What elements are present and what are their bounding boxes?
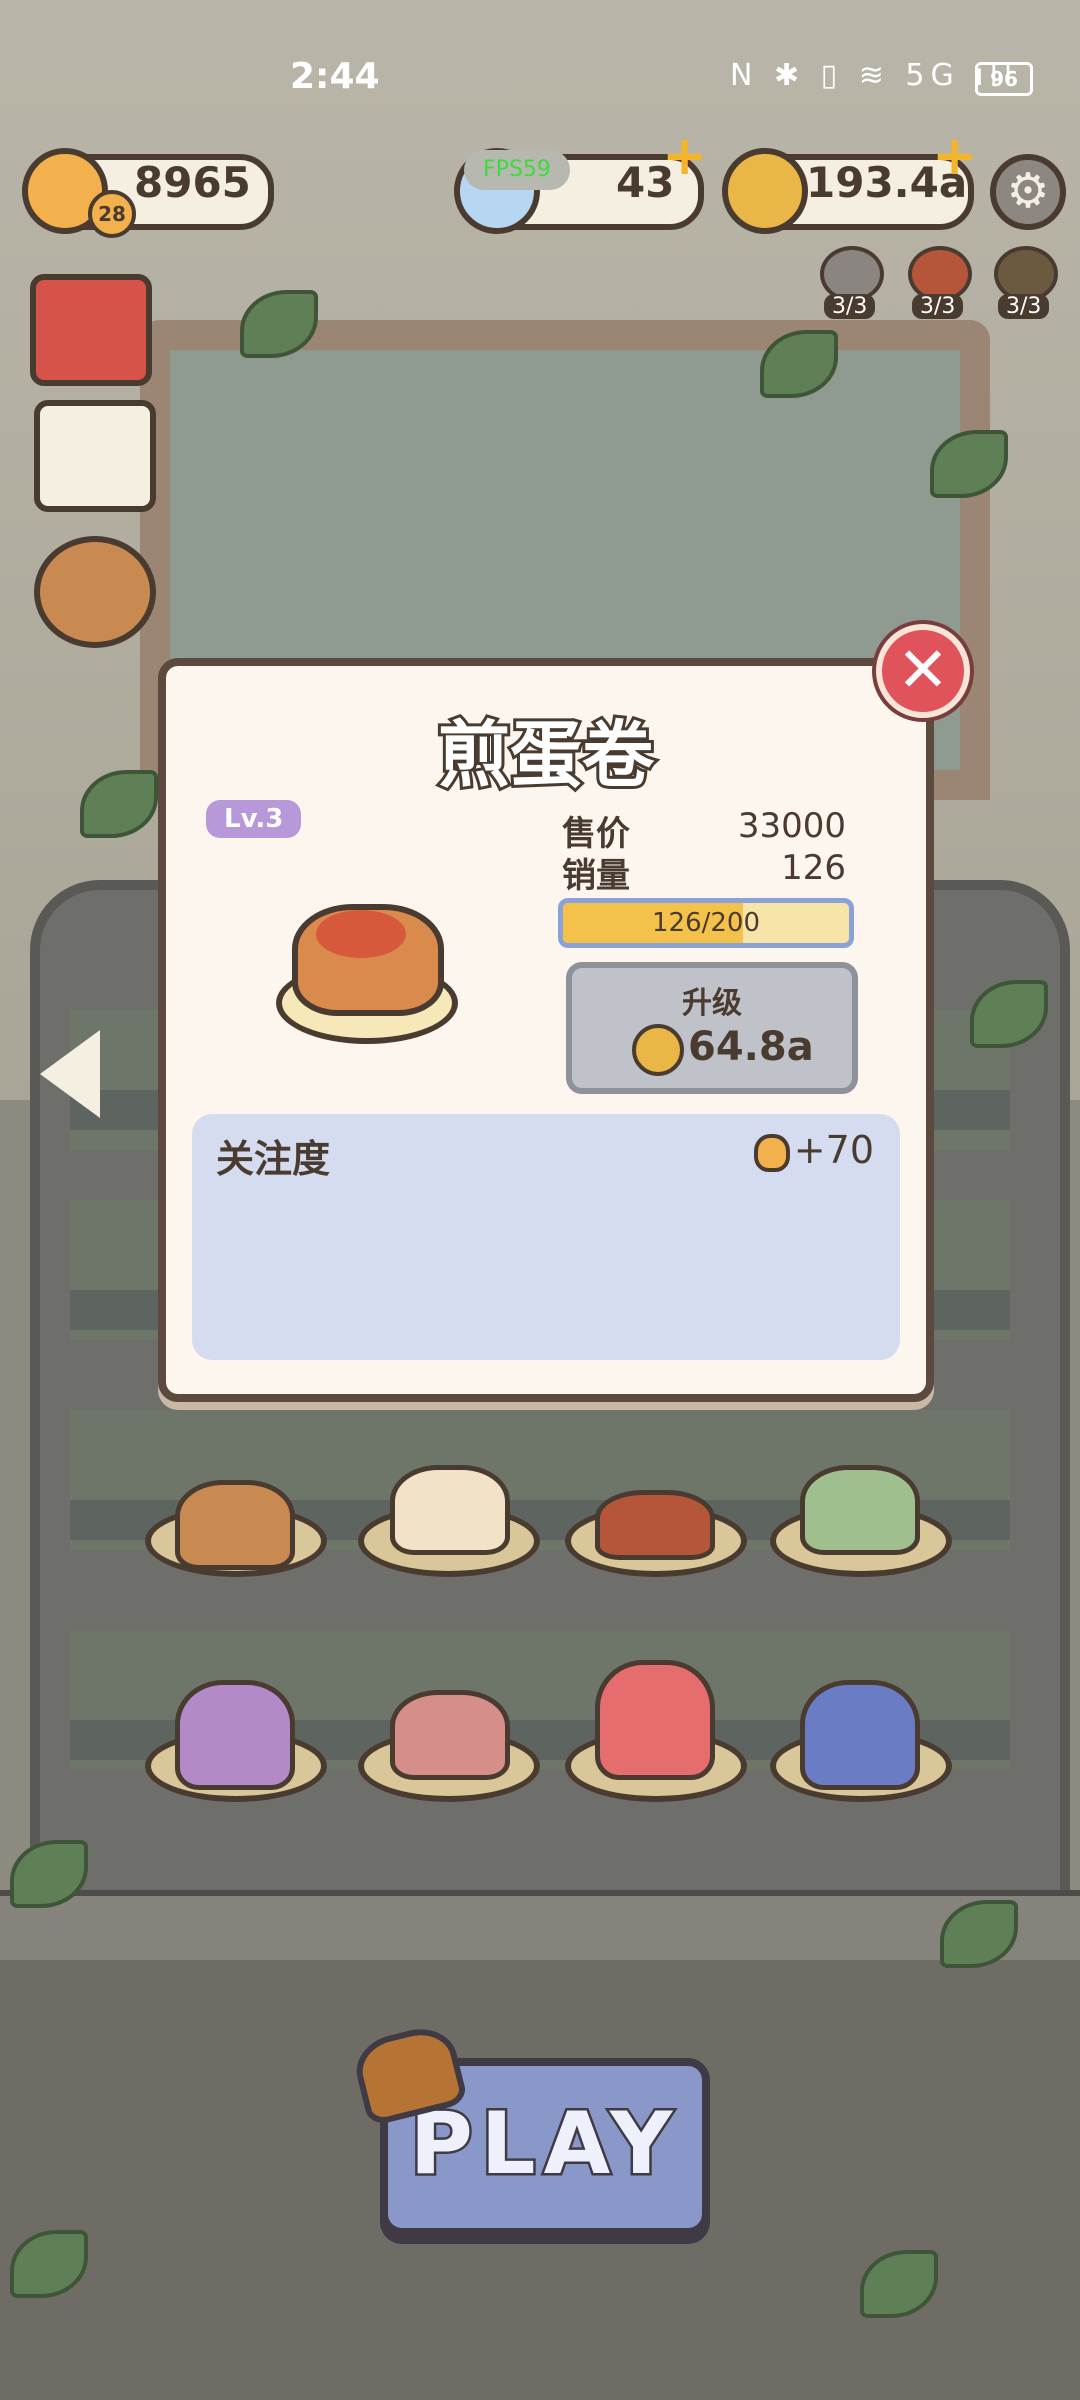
upgrade-button[interactable]: 升级 64.8a bbox=[566, 962, 858, 1094]
strawberry-pudding-dish[interactable] bbox=[595, 1660, 715, 1780]
add-gems-icon[interactable]: + bbox=[662, 124, 707, 187]
shelf-prev-arrow[interactable] bbox=[40, 1030, 100, 1118]
hotdog-dish[interactable] bbox=[595, 1490, 715, 1560]
layer-cake-dish[interactable] bbox=[800, 1465, 920, 1555]
sauce-icon bbox=[316, 910, 406, 958]
close-button[interactable]: ✕ bbox=[876, 624, 970, 718]
fist-count: 8965 bbox=[134, 158, 251, 207]
blueberry-roll-dish[interactable] bbox=[800, 1680, 920, 1790]
dish-detail-dialog: 煎蛋卷 Lv.3 售价 33000 销量 126 126/200 升级 64.8… bbox=[158, 658, 934, 1402]
shop-stall-icon[interactable] bbox=[30, 274, 152, 386]
price-value: 33000 bbox=[737, 806, 846, 846]
fps-overlay: FPS59 bbox=[464, 150, 570, 190]
level-badge: Lv.3 bbox=[206, 800, 302, 838]
booster-count: 3/3 bbox=[998, 294, 1050, 319]
booster-count: 3/3 bbox=[824, 294, 876, 319]
sales-label: 销量 bbox=[562, 856, 630, 896]
coin-icon bbox=[632, 1024, 684, 1076]
fist-level-badge: 28 bbox=[88, 190, 136, 238]
dish-title: 煎蛋卷 bbox=[435, 710, 657, 800]
sales-progress-bar: 126/200 bbox=[558, 898, 854, 948]
attention-label: 关注度 bbox=[216, 1137, 331, 1181]
attention-panel: 关注度 +70 bbox=[192, 1114, 900, 1360]
booster-2[interactable]: 3/3 bbox=[908, 246, 978, 319]
progress-text: 126/200 bbox=[651, 908, 760, 938]
cream-cupcake-dish[interactable] bbox=[390, 1465, 510, 1555]
upgrade-cost: 64.8a bbox=[688, 1024, 814, 1070]
attention-value-wrap: +70 bbox=[753, 1128, 874, 1172]
upgrade-label: 升级 bbox=[682, 986, 742, 1021]
booster-3[interactable]: 3/3 bbox=[994, 246, 1064, 319]
fist-icon bbox=[753, 1133, 790, 1172]
booster-1[interactable]: 3/3 bbox=[820, 246, 890, 319]
battery-icon: 96 bbox=[975, 62, 1033, 96]
sales-value: 126 bbox=[781, 848, 846, 888]
attention-value: +70 bbox=[793, 1128, 874, 1172]
gift-bag-icon[interactable] bbox=[34, 536, 156, 648]
omelette-roll-dish[interactable] bbox=[175, 1480, 295, 1570]
coin-icon bbox=[722, 148, 808, 234]
counter bbox=[0, 1890, 1080, 1966]
settings-gear-icon[interactable]: ⚙ bbox=[990, 154, 1066, 230]
macaron-dish[interactable] bbox=[390, 1690, 510, 1780]
status-time: 2:44 bbox=[290, 56, 380, 97]
add-coins-icon[interactable]: + bbox=[932, 124, 977, 187]
booster-count: 3/3 bbox=[912, 294, 964, 319]
task-list-icon[interactable] bbox=[34, 400, 156, 512]
berry-mousse-dish[interactable] bbox=[175, 1680, 295, 1790]
